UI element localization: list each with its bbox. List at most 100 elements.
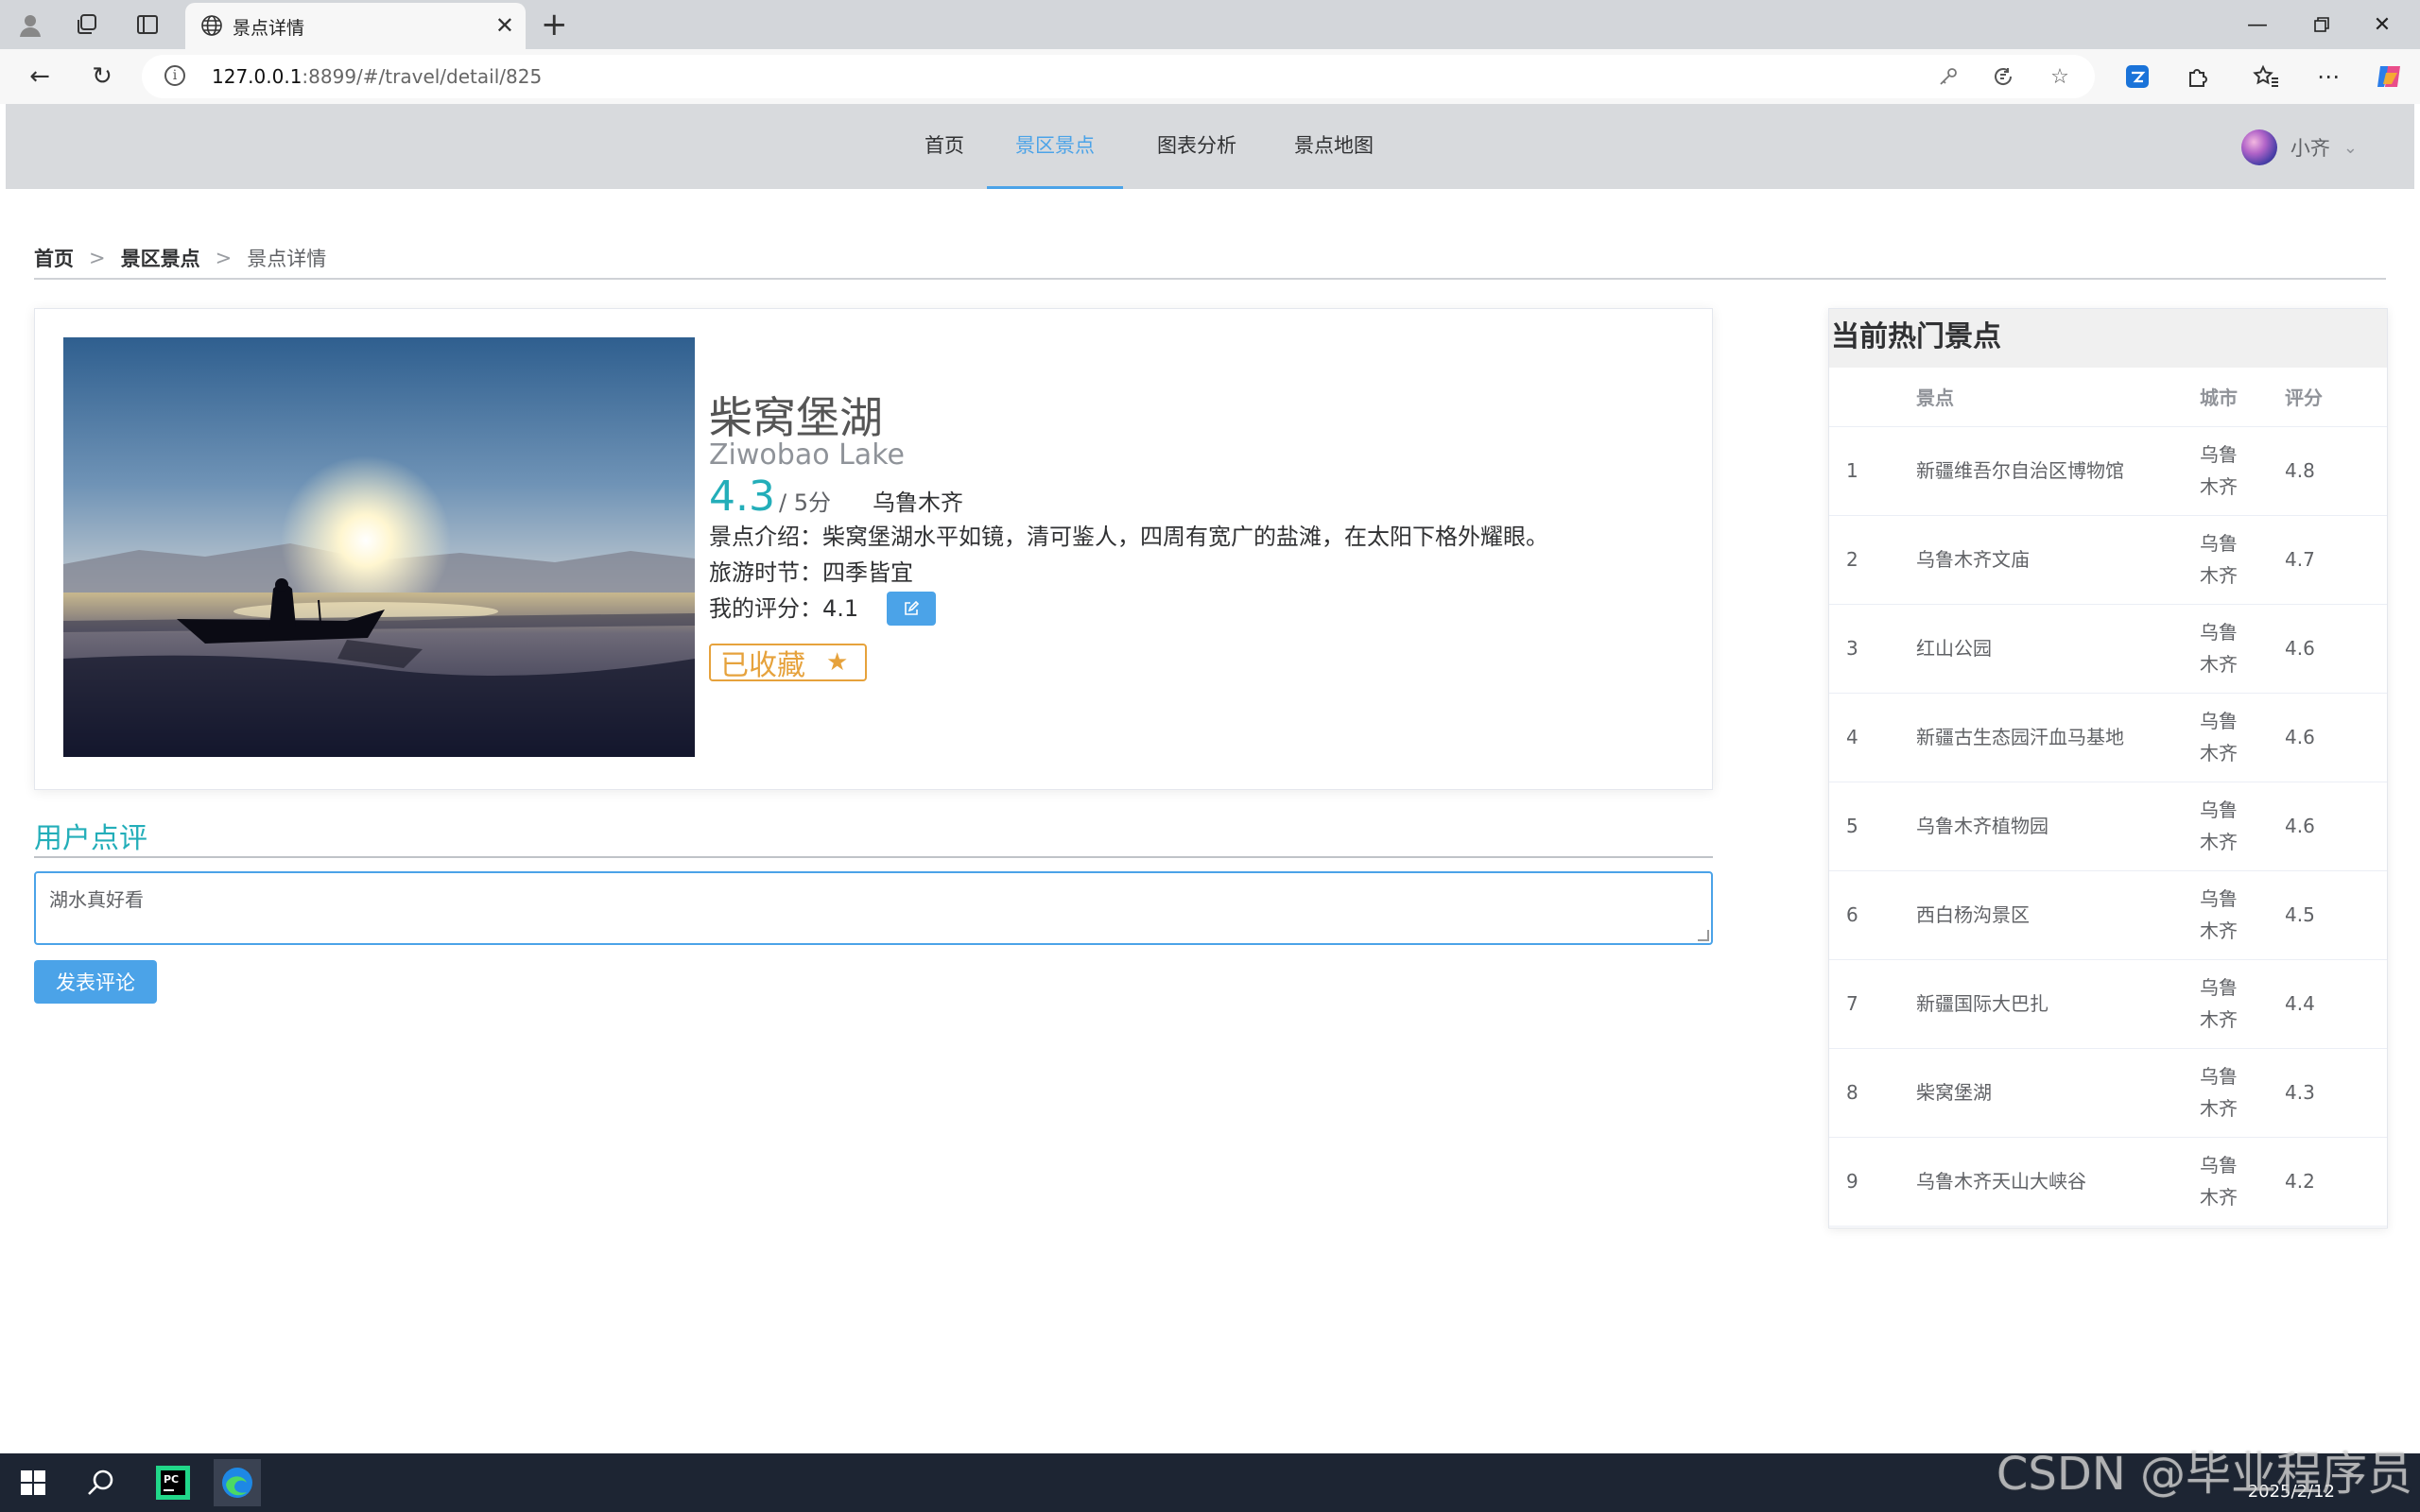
table-row[interactable]: 1 新疆维吾尔自治区博物馆 乌鲁木齐 4.8 bbox=[1829, 426, 2387, 516]
search-icon[interactable] bbox=[78, 1459, 125, 1506]
spot-name-en: Ziwobao Lake bbox=[709, 438, 905, 472]
site-info-icon[interactable]: i bbox=[164, 65, 185, 86]
row-city: 乌鲁木齐 bbox=[2200, 621, 2238, 676]
row-spot-name: 西白杨沟景区 bbox=[1916, 870, 2200, 960]
chevron-down-icon[interactable]: ⌄ bbox=[2343, 138, 2358, 158]
workspaces-icon[interactable] bbox=[70, 8, 104, 42]
edit-icon bbox=[905, 601, 920, 615]
edit-score-button[interactable] bbox=[887, 592, 937, 626]
favorite-star-icon[interactable]: ☆ bbox=[2048, 64, 2072, 89]
top-navigation: 首页 景区景点 图表分析 景点地图 小齐 ⌄ bbox=[6, 104, 2414, 189]
review-textarea[interactable]: 湖水真好看 bbox=[34, 871, 1713, 945]
edge-icon[interactable] bbox=[214, 1459, 261, 1506]
col-score: 评分 bbox=[2285, 368, 2387, 427]
nav-home[interactable]: 首页 bbox=[915, 104, 974, 189]
read-aloud-icon[interactable] bbox=[1991, 64, 2015, 89]
row-spot-name: 乌鲁木齐植物园 bbox=[1916, 782, 2200, 871]
spot-info: 柴窝堡湖 Ziwobao Lake 4.3 / 5分 乌鲁木齐 景点介绍：柴窝堡… bbox=[709, 392, 1548, 682]
row-spot-name: 新疆维吾尔自治区博物馆 bbox=[1916, 426, 2200, 516]
pycharm-icon[interactable]: PC bbox=[149, 1459, 197, 1506]
breadcrumb-divider bbox=[34, 278, 2386, 280]
row-score: 4.8 bbox=[2285, 426, 2387, 516]
avatar[interactable] bbox=[2240, 129, 2277, 165]
spot-name-cn: 柴窝堡湖 bbox=[709, 392, 883, 443]
row-index: 9 bbox=[1829, 1137, 1916, 1227]
star-icon: ★ bbox=[826, 648, 849, 677]
col-index bbox=[1829, 368, 1916, 427]
breadcrumb-scenic-spots[interactable]: 景区景点 bbox=[121, 244, 200, 272]
resize-grip-icon[interactable] bbox=[1698, 930, 1709, 941]
window-close-icon[interactable]: ✕ bbox=[2360, 8, 2405, 42]
breadcrumb-separator: > bbox=[215, 247, 233, 269]
watermark: CSDN @毕业程序员 bbox=[1996, 1448, 2412, 1501]
windows-start-icon[interactable] bbox=[9, 1459, 57, 1506]
breadcrumb-separator: > bbox=[89, 247, 106, 269]
user-menu[interactable]: 小齐 ⌄ bbox=[2240, 129, 2358, 166]
favorite-label: 已收藏 bbox=[720, 649, 805, 682]
table-row[interactable]: 9 乌鲁木齐天山大峡谷 乌鲁木齐 4.2 bbox=[1829, 1137, 2387, 1227]
table-row[interactable]: 7 新疆国际大巴扎 乌鲁木齐 4.4 bbox=[1829, 959, 2387, 1049]
row-index: 7 bbox=[1829, 959, 1916, 1049]
spot-photo bbox=[63, 337, 695, 757]
copilot-icon[interactable] bbox=[2375, 62, 2403, 91]
url-text[interactable]: 127.0.0.1:8899/#/travel/detail/825 bbox=[212, 65, 542, 88]
tab-title: 景点详情 bbox=[233, 18, 305, 39]
nav-spot-map[interactable]: 景点地图 bbox=[1282, 104, 1386, 189]
tab-actions-icon[interactable] bbox=[130, 8, 164, 42]
spot-intro: 景点介绍：柴窝堡湖水平如镜，清可鉴人，四周有宽广的盐滩，在太阳下格外耀眼。 bbox=[709, 524, 1548, 550]
row-city: 乌鲁木齐 bbox=[2200, 710, 2238, 765]
new-tab-icon[interactable]: + bbox=[541, 8, 568, 42]
svg-text:PC: PC bbox=[164, 1473, 179, 1486]
table-row[interactable]: 8 柴窝堡湖 乌鲁木齐 4.3 bbox=[1829, 1048, 2387, 1138]
close-tab-icon[interactable]: ✕ bbox=[495, 12, 514, 39]
row-spot-name: 柴窝堡湖 bbox=[1916, 1048, 2200, 1138]
tab-active[interactable]: 景点详情 ✕ bbox=[185, 3, 526, 49]
score-suffix: / 5分 bbox=[778, 490, 831, 516]
row-index: 3 bbox=[1829, 604, 1916, 694]
breadcrumb-current: 景点详情 bbox=[247, 248, 327, 270]
favorites-icon[interactable] bbox=[2252, 62, 2280, 91]
row-score: 4.5 bbox=[2285, 870, 2387, 960]
breadcrumb: 首页 > 景区景点 > 景点详情 bbox=[34, 244, 326, 272]
col-spot: 景点 bbox=[1916, 368, 2200, 427]
restore-icon[interactable] bbox=[2299, 8, 2344, 42]
nav-chart-analysis[interactable]: 图表分析 bbox=[1150, 104, 1244, 189]
score-row: 4.3 / 5分 乌鲁木齐 bbox=[709, 475, 1548, 519]
table-row[interactable]: 5 乌鲁木齐植物园 乌鲁木齐 4.6 bbox=[1829, 782, 2387, 871]
table-row[interactable]: 4 新疆古生态园汗血马基地 乌鲁木齐 4.6 bbox=[1829, 693, 2387, 782]
my-score-row: 我的评分： 4.1 bbox=[709, 591, 1548, 627]
table-row[interactable]: 6 西白杨沟景区 乌鲁木齐 4.5 bbox=[1829, 870, 2387, 960]
review-section-title: 用户点评 bbox=[34, 822, 147, 855]
spot-season: 旅游时节：四季皆宜 bbox=[709, 559, 913, 586]
breadcrumb-home[interactable]: 首页 bbox=[34, 244, 74, 272]
profile-icon[interactable] bbox=[13, 8, 47, 42]
row-index: 4 bbox=[1829, 693, 1916, 782]
address-bar[interactable]: i 127.0.0.1:8899/#/travel/detail/825 ☆ bbox=[142, 55, 2095, 98]
username[interactable]: 小齐 bbox=[2290, 133, 2330, 162]
key-icon[interactable] bbox=[1936, 64, 1961, 89]
back-icon[interactable]: ← bbox=[23, 60, 57, 94]
submit-review-button[interactable]: 发表评论 bbox=[34, 960, 157, 1004]
spot-city: 乌鲁木齐 bbox=[872, 490, 963, 516]
table-row[interactable]: 2 乌鲁木齐文庙 乌鲁木齐 4.7 bbox=[1829, 515, 2387, 605]
globe-icon bbox=[200, 14, 223, 41]
row-spot-name: 乌鲁木齐文庙 bbox=[1916, 515, 2200, 605]
reload-icon[interactable]: ↻ bbox=[85, 60, 119, 94]
my-score-value: 4.1 bbox=[822, 595, 859, 622]
col-city: 城市 bbox=[2200, 368, 2285, 427]
browser-tab-strip: 景点详情 ✕ + — ✕ bbox=[0, 0, 2420, 49]
extensions-puzzle-icon[interactable] bbox=[2184, 62, 2212, 91]
table-header-row: 景点 城市 评分 bbox=[1829, 368, 2387, 427]
spot-detail-card: 柴窝堡湖 Ziwobao Lake 4.3 / 5分 乌鲁木齐 景点介绍：柴窝堡… bbox=[34, 308, 1713, 790]
row-spot-name: 红山公园 bbox=[1916, 604, 2200, 694]
minimize-icon[interactable]: — bbox=[2235, 8, 2280, 42]
favorite-button[interactable]: 已收藏 ★ bbox=[709, 644, 868, 682]
more-menu-icon[interactable]: ⋯ bbox=[2314, 62, 2342, 91]
page-content: 首页 景区景点 图表分析 景点地图 小齐 ⌄ 首页 > 景区景点 > 景点详情 bbox=[6, 104, 2414, 1453]
hot-spots-panel: 当前热门景点 景点 城市 评分 1 新疆维吾尔自治区博物馆 乌鲁木齐 4.8 2… bbox=[1828, 308, 2388, 1228]
review-divider bbox=[34, 856, 1713, 858]
table-row[interactable]: 3 红山公园 乌鲁木齐 4.6 bbox=[1829, 604, 2387, 694]
nav-scenic-spots[interactable]: 景区景点 bbox=[987, 104, 1123, 189]
row-score: 4.3 bbox=[2285, 1048, 2387, 1138]
extension-blue-icon[interactable] bbox=[2123, 62, 2152, 91]
